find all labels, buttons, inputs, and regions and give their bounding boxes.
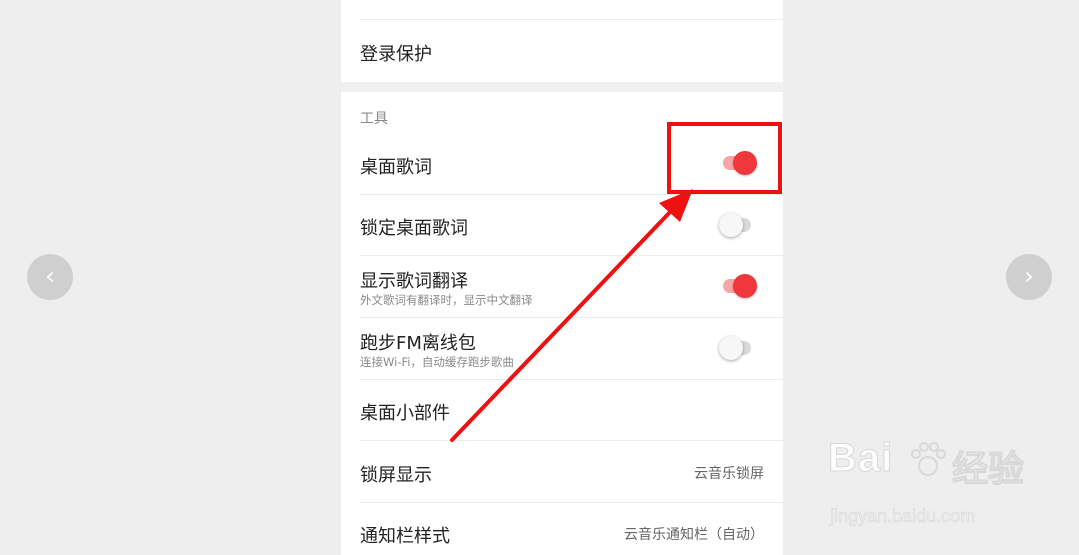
watermark-brand-chinese: 经验 xyxy=(951,449,1025,491)
watermark-brand-text: Bai xyxy=(827,436,894,481)
watermark-url: jingyan.baidu.com xyxy=(830,506,976,527)
baidu-jingyan-watermark: Bai 经验 jingyan.baidu.com xyxy=(827,436,1028,536)
paw-icon xyxy=(911,442,946,476)
